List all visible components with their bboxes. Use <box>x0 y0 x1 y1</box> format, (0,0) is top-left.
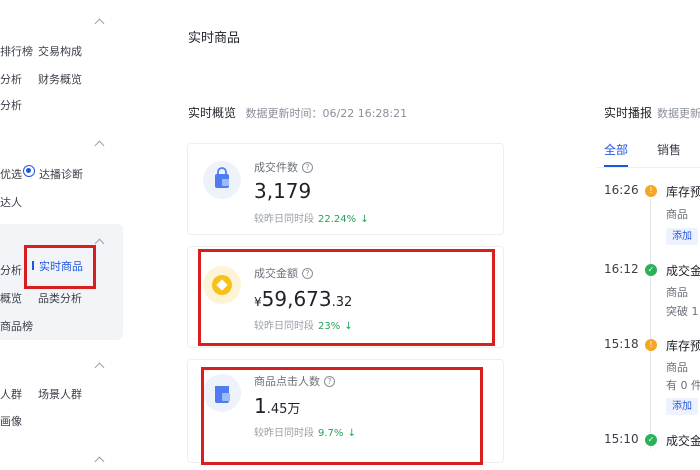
sidebar-item-scene-audience[interactable]: 场景人群 <box>38 386 82 402</box>
help-icon[interactable]: ? <box>302 162 313 173</box>
event-time: 16:26 <box>604 183 639 197</box>
sidebar-item-analysis[interactable]: 分析 <box>0 71 22 87</box>
add-button[interactable]: 添加 <box>666 398 698 415</box>
success-check-icon: ✓ <box>645 434 657 446</box>
metric-compare: 较昨日同时段 22.24% ↓ <box>254 210 369 225</box>
shopping-bag-icon <box>203 161 241 199</box>
sidebar-item-talent[interactable]: 达人 <box>0 194 22 210</box>
sidebar-item-analysis-2[interactable]: 分析 <box>0 97 22 113</box>
sidebar-item-live-diagnosis[interactable]: 达播诊断 <box>39 166 83 182</box>
event-text: 有 0 件 <box>666 379 700 392</box>
event-time: 15:10 <box>604 432 639 446</box>
highlight-box <box>198 249 495 346</box>
collapse-chevron-icon[interactable] <box>94 454 106 466</box>
warning-icon: ! <box>645 185 657 197</box>
feed-update-text: 数据更新 <box>657 107 700 120</box>
metric-label-text: 成交件数 <box>254 161 298 174</box>
sidebar-item-ranking[interactable]: 排行榜 <box>0 43 33 59</box>
metric-value: 3,179 <box>254 179 312 203</box>
event-text: 突破 1 <box>666 305 699 318</box>
event-time: 16:12 <box>604 262 639 276</box>
event-text: 商品 <box>666 208 688 221</box>
metric-card-items-sold: 成交件数? 3,179 较昨日同时段 22.24% ↓ <box>187 143 504 235</box>
feed-title-text: 实时播报 <box>604 106 653 120</box>
event-title: 成交金 <box>666 264 700 278</box>
sidebar-item-audience[interactable]: 人群 <box>0 386 22 402</box>
success-check-icon: ✓ <box>645 264 657 276</box>
radio-dot-icon <box>23 165 35 177</box>
compare-label: 较昨日同时段 <box>254 214 314 225</box>
event-text: 商品 <box>666 361 688 374</box>
tab-all[interactable]: 全部 <box>604 141 628 158</box>
event-text: 商品 <box>666 286 688 299</box>
collapse-chevron-icon[interactable] <box>94 360 106 372</box>
highlight-box <box>201 367 483 465</box>
tab-divider <box>596 167 700 168</box>
metric-label: 成交件数? <box>254 159 313 175</box>
sidebar-item-profile[interactable]: 画像 <box>0 413 22 429</box>
tab-sales[interactable]: 销售 <box>657 141 681 158</box>
event-title: 库存预 <box>666 185 700 199</box>
add-button[interactable]: 添加 <box>666 228 698 245</box>
sidebar: 排行榜 交易构成 分析 财务概览 分析 优选 达播诊断 达人 分析 实时商品 概… <box>0 0 125 470</box>
sidebar-item-analysis-3[interactable]: 分析 <box>0 262 22 278</box>
overview-header: 实时概览 数据更新时间：06/22 16:28:21 <box>188 104 407 121</box>
down-arrow-icon: ↓ <box>360 214 369 225</box>
collapse-chevron-icon[interactable] <box>94 16 106 28</box>
timeline-line <box>650 199 651 449</box>
update-time: 数据更新时间：06/22 16:28:21 <box>245 107 408 120</box>
page-title: 实时商品 <box>188 31 241 46</box>
sidebar-item-finance-overview[interactable]: 财务概览 <box>38 71 82 87</box>
event-title: 库存预 <box>666 339 700 353</box>
sidebar-item-category-analysis[interactable]: 品类分析 <box>38 290 82 306</box>
feed-title: 实时播报 数据更新 <box>604 104 700 121</box>
sidebar-item-selection[interactable]: 优选 <box>0 166 22 182</box>
compare-percent: 22.24% <box>318 214 357 225</box>
overview-title: 实时概览 <box>188 106 237 120</box>
highlight-box <box>24 245 96 289</box>
event-title: 成交金 <box>666 434 700 448</box>
event-time: 15:18 <box>604 337 639 351</box>
warning-icon: ! <box>645 339 657 351</box>
collapse-chevron-icon[interactable] <box>94 138 106 150</box>
sidebar-item-overview[interactable]: 概览 <box>0 290 22 306</box>
sidebar-item-product-ranking[interactable]: 商品榜 <box>0 318 33 334</box>
sidebar-item-trade-composition[interactable]: 交易构成 <box>38 43 82 59</box>
